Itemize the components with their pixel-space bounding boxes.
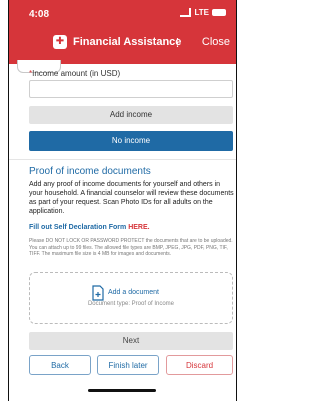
next-button[interactable]: Next bbox=[29, 332, 233, 350]
self-declaration-text: Fill out Self Declaration Form bbox=[29, 224, 129, 231]
status-time: 4:08 bbox=[29, 9, 50, 20]
more-menu-icon[interactable]: ⋮ bbox=[172, 36, 183, 49]
phone-screen: 4:08 LTE ✚ Financial Assistance ⋮ Close … bbox=[8, 0, 237, 401]
add-income-button[interactable]: Add income bbox=[29, 106, 233, 124]
carrier-label: LTE bbox=[194, 8, 209, 17]
add-document-icon bbox=[92, 285, 104, 301]
battery-icon bbox=[212, 9, 226, 16]
title-row: ✚ Financial Assistance ⋮ Close bbox=[9, 32, 236, 56]
page-title: Financial Assistance bbox=[73, 36, 182, 48]
back-button[interactable]: Back bbox=[29, 355, 91, 375]
income-amount-label: *Income amount (in USD) bbox=[29, 69, 120, 78]
document-type-label: Document type: Proof of Income bbox=[87, 301, 175, 307]
income-amount-input[interactable] bbox=[29, 80, 233, 98]
self-declaration-link[interactable]: HERE. bbox=[128, 224, 149, 231]
home-indicator[interactable] bbox=[88, 389, 156, 392]
status-indicators: LTE bbox=[180, 8, 226, 17]
status-bar: 4:08 LTE bbox=[9, 0, 236, 28]
signal-icon bbox=[180, 8, 192, 17]
no-income-button[interactable]: No income bbox=[29, 131, 233, 151]
self-declaration-line: Fill out Self Declaration Form HERE. bbox=[29, 224, 150, 231]
proof-of-income-description: Add any proof of income documents for yo… bbox=[29, 181, 234, 215]
finish-later-button[interactable]: Finish later bbox=[97, 355, 159, 375]
income-amount-label-text: Income amount (in USD) bbox=[32, 69, 121, 78]
hospital-icon: ✚ bbox=[53, 35, 67, 49]
upload-warning-text: Please DO NOT LOCK OR PASSWORD PROTECT t… bbox=[29, 238, 233, 257]
section-divider bbox=[9, 159, 236, 160]
footer-actions: Back Finish later Discard bbox=[9, 355, 236, 379]
discard-button[interactable]: Discard bbox=[166, 355, 233, 375]
proof-of-income-heading: Proof of income documents bbox=[29, 166, 151, 177]
add-document-label[interactable]: Add a document bbox=[108, 289, 159, 296]
app-header: 4:08 LTE ✚ Financial Assistance ⋮ Close bbox=[9, 0, 236, 64]
document-upload-area[interactable]: Add a document Document type: Proof of I… bbox=[29, 272, 233, 324]
close-button[interactable]: Close bbox=[202, 36, 230, 48]
